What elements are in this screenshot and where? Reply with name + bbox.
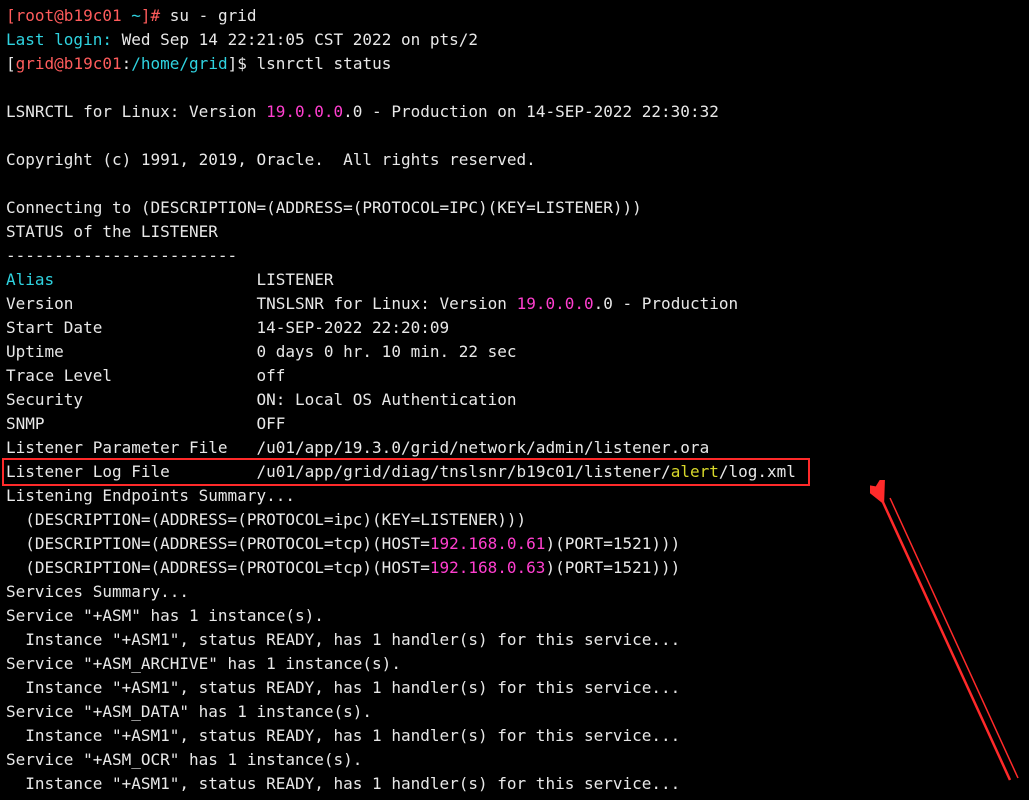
command-text: lsnrctl status [256,54,391,73]
line-last-login: Last login: Wed Sep 14 22:21:05 CST 2022… [6,30,478,49]
prompt-user: root@b19c01 [16,6,132,25]
ep-post: )(PORT=1521))) [545,534,680,553]
prompt-path: /home/grid [131,54,227,73]
field-key: Security [6,390,83,409]
header-version: 19.0.0.0 [266,102,343,121]
line-copyright: Copyright (c) 1991, 2019, Oracle. All ri… [6,150,536,169]
field-value: 0 days 0 hr. 10 min. 22 sec [256,342,516,361]
field-pre: TNSLSNR for Linux: Version [256,294,516,313]
line-svc2: Service "+ASM_ARCHIVE" has 1 instance(s)… [6,654,401,673]
ep-post: )(PORT=1521))) [545,558,680,577]
field-pre: /u01/app/grid/diag/tnslsnr/b19c01/listen… [256,462,670,481]
field-key: Alias [6,270,54,289]
field-alert: alert [671,462,719,481]
field-value: OFF [256,414,285,433]
line-svc2-inst: Instance "+ASM1", status READY, has 1 ha… [6,678,680,697]
prompt-bracket: [ [6,54,16,73]
line-status-title: STATUS of the LISTENER [6,222,218,241]
ep-pre: (DESCRIPTION=(ADDRESS=(PROTOCOL=tcp)(HOS… [6,558,430,577]
line-uptime: Uptime 0 days 0 hr. 10 min. 22 sec [6,342,517,361]
last-login-label: Last login: [6,30,112,49]
prompt-close: ]# [141,6,170,25]
ep-ip: 192.168.0.61 [430,534,546,553]
line-svc3: Service "+ASM_DATA" has 1 instance(s). [6,702,372,721]
field-key: Start Date [6,318,102,337]
line-snmp: SNMP OFF [6,414,285,433]
field-value: ON: Local OS Authentication [256,390,516,409]
field-value: off [256,366,285,385]
command-text: su - grid [170,6,257,25]
line-alias: Alias LISTENER [6,270,334,289]
field-key: Listener Log File [6,462,170,481]
line-services-title: Services Summary... [6,582,189,601]
prompt-bracket: [ [6,6,16,25]
field-key: Trace Level [6,366,112,385]
line-svc1-inst: Instance "+ASM1", status READY, has 1 ha… [6,630,680,649]
line-svc4-inst: Instance "+ASM1", status READY, has 1 ha… [6,774,680,793]
line-version: Version TNSLSNR for Linux: Version 19.0.… [6,294,738,313]
line-svc3-inst: Instance "+ASM1", status READY, has 1 ha… [6,726,680,745]
line-dashes: ------------------------ [6,246,237,265]
ep-ip: 192.168.0.63 [430,558,546,577]
line-logfile-highlighted: Listener Log File /u01/app/grid/diag/tns… [2,458,810,486]
field-value: LISTENER [256,270,333,289]
line-prompt-root: [root@b19c01 ~]# su - grid [6,6,256,25]
line-svc1: Service "+ASM" has 1 instance(s). [6,606,324,625]
field-key: Listener Parameter File [6,438,237,457]
line-endpoints-title: Listening Endpoints Summary... [6,486,295,505]
prompt-sep: : [122,54,132,73]
last-login-value: Wed Sep 14 22:21:05 CST 2022 on pts/2 [112,30,478,49]
field-key: Version [6,294,73,313]
header-post: .0 - Production on 14-SEP-2022 22:30:32 [343,102,719,121]
line-paramfile: Listener Parameter File /u01/app/19.3.0/… [6,438,709,457]
field-key: SNMP [6,414,45,433]
field-post: .0 - Production [594,294,739,313]
field-value: /u01/app/19.3.0/grid/network/admin/liste… [256,438,709,457]
line-endpoint-2: (DESCRIPTION=(ADDRESS=(PROTOCOL=tcp)(HOS… [6,534,680,553]
prompt-path: ~ [131,6,141,25]
line-endpoint-3: (DESCRIPTION=(ADDRESS=(PROTOCOL=tcp)(HOS… [6,558,680,577]
line-connecting: Connecting to (DESCRIPTION=(ADDRESS=(PRO… [6,198,642,217]
field-key: Uptime [6,342,64,361]
field-version: 19.0.0.0 [517,294,594,313]
line-prompt-grid: [grid@b19c01:/home/grid]$ lsnrctl status [6,54,391,73]
prompt-close: ]$ [228,54,257,73]
line-trace: Trace Level off [6,366,285,385]
prompt-user: grid@b19c01 [16,54,122,73]
line-security: Security ON: Local OS Authentication [6,390,517,409]
terminal-output[interactable]: [root@b19c01 ~]# su - grid Last login: W… [0,0,1029,800]
line-header: LSNRCTL for Linux: Version 19.0.0.0.0 - … [6,102,719,121]
field-post: /log.xml [719,462,796,481]
line-endpoint-1: (DESCRIPTION=(ADDRESS=(PROTOCOL=ipc)(KEY… [6,510,526,529]
header-pre: LSNRCTL for Linux: Version [6,102,266,121]
line-startdate: Start Date 14-SEP-2022 22:20:09 [6,318,449,337]
ep-pre: (DESCRIPTION=(ADDRESS=(PROTOCOL=tcp)(HOS… [6,534,430,553]
line-svc4: Service "+ASM_OCR" has 1 instance(s). [6,750,362,769]
field-value: 14-SEP-2022 22:20:09 [256,318,449,337]
